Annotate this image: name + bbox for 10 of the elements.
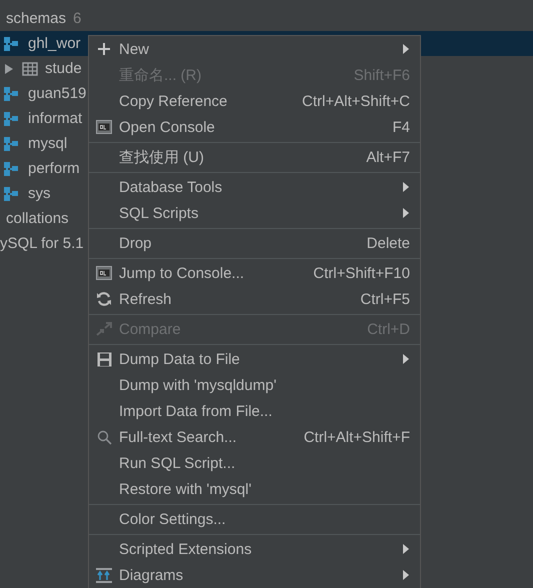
tree-label: perform <box>28 160 80 177</box>
tree-label: ySQL for 5.1 <box>0 235 84 252</box>
tree-label: schemas <box>6 10 66 27</box>
tree-label: mysql <box>28 135 68 152</box>
tree-label: sys <box>28 185 50 202</box>
tree-label: guan519 <box>28 85 86 102</box>
item-count: 6 <box>73 10 82 27</box>
tree-label: stude <box>45 60 82 77</box>
tree-label: informat <box>28 110 82 127</box>
tree-label: ghl_wor <box>28 35 81 52</box>
